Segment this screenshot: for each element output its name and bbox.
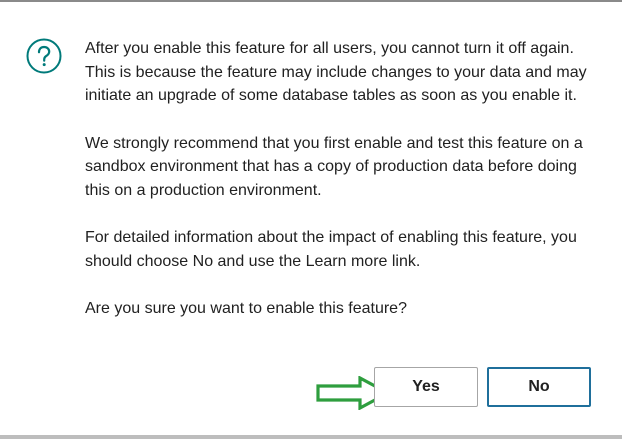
message-paragraph-learn-more: For detailed information about the impac… xyxy=(85,229,577,270)
yes-button[interactable]: Yes xyxy=(374,367,478,407)
message-paragraph-question: Are you sure you want to enable this fea… xyxy=(85,300,407,317)
message-paragraph-warning: After you enable this feature for all us… xyxy=(85,40,587,104)
dialog-message: After you enable this feature for all us… xyxy=(85,37,600,345)
no-button[interactable]: No xyxy=(487,367,591,407)
window-bottom-border xyxy=(0,435,622,439)
question-circle-icon xyxy=(26,38,62,74)
message-paragraph-recommendation: We strongly recommend that you first ena… xyxy=(85,134,583,199)
